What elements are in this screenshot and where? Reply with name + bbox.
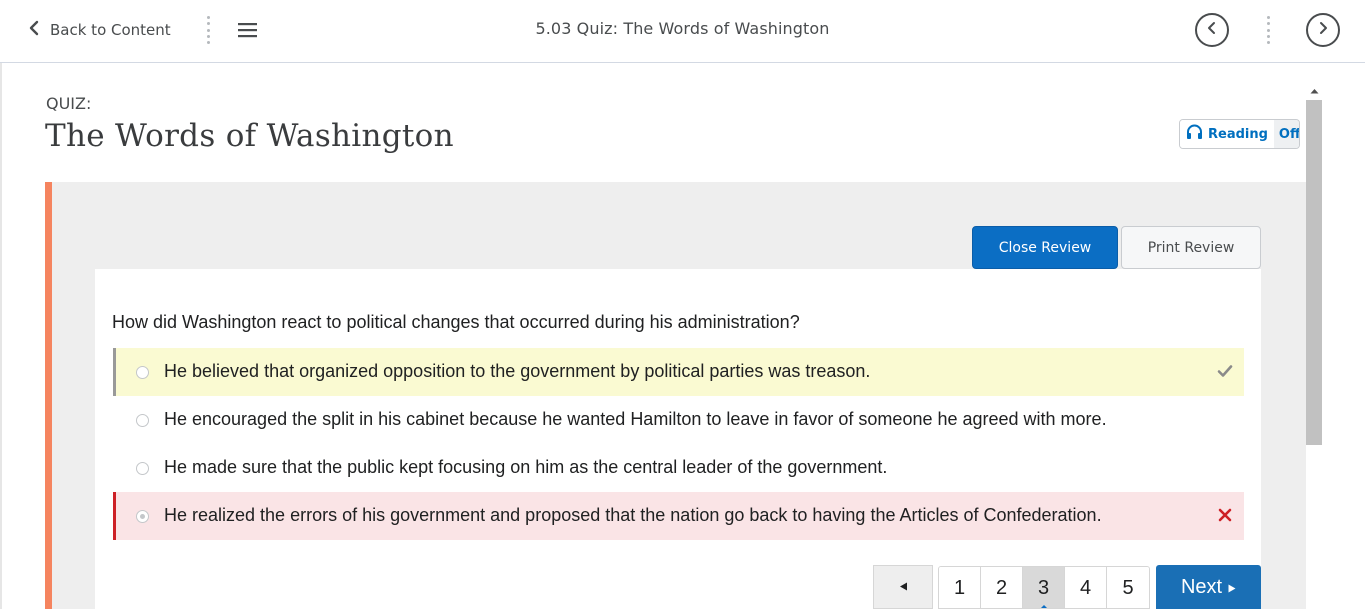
triangle-left-icon <box>899 578 908 596</box>
print-review-button[interactable]: Print Review <box>1121 226 1261 269</box>
page-button-1[interactable]: 1 <box>939 567 981 608</box>
headphones-icon <box>1186 124 1203 144</box>
vertical-divider-dots <box>1266 16 1270 44</box>
x-icon <box>1216 506 1234 524</box>
next-topic-button[interactable] <box>1306 13 1340 47</box>
page-button-5[interactable]: 5 <box>1107 567 1149 608</box>
next-label: Next <box>1180 575 1223 598</box>
reading-toggle[interactable]: Reading Off <box>1179 119 1300 149</box>
page-button-4[interactable]: 4 <box>1065 567 1107 608</box>
answer-option[interactable]: He encouraged the split in his cabinet b… <box>113 396 1244 444</box>
quiz-label: QUIZ: <box>46 94 92 113</box>
triangle-right-icon <box>1228 576 1236 599</box>
answer-radio[interactable] <box>136 462 149 475</box>
answer-text: He made sure that the public kept focusi… <box>164 457 888 477</box>
question-pagination: 1 2 3 4 5 <box>938 566 1150 609</box>
answer-radio[interactable] <box>136 366 149 379</box>
scrollbar-thumb[interactable] <box>1306 100 1322 445</box>
page-button-3-current[interactable]: 3 <box>1023 567 1065 608</box>
answer-text: He encouraged the split in his cabinet b… <box>164 409 1107 429</box>
page-title: 5.03 Quiz: The Words of Washington <box>535 19 830 38</box>
previous-question-button[interactable] <box>873 565 933 609</box>
answer-text: He believed that organized opposition to… <box>164 361 871 381</box>
answer-radio-selected[interactable] <box>136 510 149 523</box>
close-review-button[interactable]: Close Review <box>972 226 1118 269</box>
checkmark-icon <box>1216 362 1234 380</box>
review-panel-accent <box>45 182 52 609</box>
scroll-up-arrow[interactable] <box>1306 82 1322 100</box>
circle-chevron-left-icon <box>1205 21 1219 40</box>
top-nav-bar: Back to Content 5.03 Quiz: The Words of … <box>0 0 1365 63</box>
quiz-title: The Words of Washington <box>45 118 454 154</box>
answer-option[interactable]: He made sure that the public kept focusi… <box>113 444 1244 492</box>
reading-label: Reading <box>1208 126 1268 142</box>
page-button-2[interactable]: 2 <box>981 567 1023 608</box>
answer-option-incorrect-selected[interactable]: He realized the errors of his government… <box>113 492 1244 540</box>
reading-state: Off <box>1273 120 1299 148</box>
hamburger-icon[interactable] <box>237 20 258 40</box>
reading-label-group: Reading <box>1180 120 1274 148</box>
next-question-button[interactable]: Next <box>1156 565 1261 609</box>
answer-option-correct[interactable]: He believed that organized opposition to… <box>113 348 1244 396</box>
back-to-content-link[interactable]: Back to Content <box>28 18 171 42</box>
vertical-divider-dots <box>206 16 210 44</box>
answer-text: He realized the errors of his government… <box>164 505 1102 525</box>
question-text: How did Washington react to political ch… <box>112 312 800 332</box>
chevron-left-icon <box>28 20 40 40</box>
back-to-content-label: Back to Content <box>50 21 171 39</box>
circle-chevron-right-icon <box>1316 21 1330 40</box>
previous-topic-button[interactable] <box>1195 13 1229 47</box>
answer-radio[interactable] <box>136 414 149 427</box>
page-edge <box>0 63 2 609</box>
